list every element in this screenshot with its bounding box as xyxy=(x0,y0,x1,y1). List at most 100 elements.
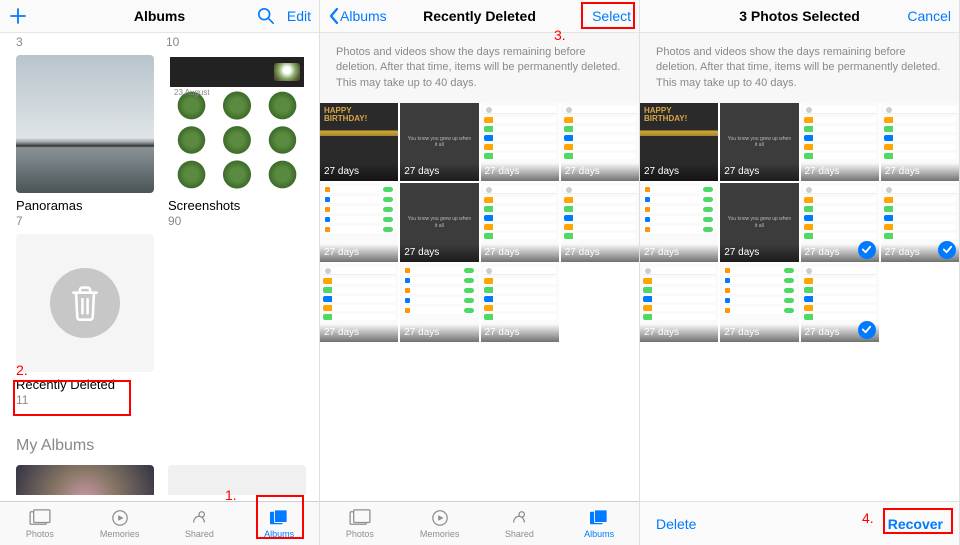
photo-thumb[interactable]: HAPPY BIRTHDAY!27 days xyxy=(640,103,718,181)
photo-thumb[interactable]: You know you grew up when it all27 days xyxy=(400,103,478,181)
days-remaining-label: 27 days xyxy=(481,244,559,262)
album-label: Screenshots xyxy=(168,198,306,213)
album-count: 11 xyxy=(16,393,154,407)
photo-thumb[interactable]: You know you grew up when it all27 days xyxy=(400,183,478,261)
album-screenshots[interactable]: 23 August Screenshots 90 xyxy=(168,55,306,228)
cancel-button[interactable]: Cancel xyxy=(907,8,951,24)
days-remaining-label: 27 days xyxy=(320,324,398,342)
album-count: 90 xyxy=(168,214,306,228)
thumb-grid[interactable]: HAPPY BIRTHDAY!27 daysYou know you grew … xyxy=(640,103,959,342)
days-remaining-label: 27 days xyxy=(720,244,798,262)
thumb-grid[interactable]: HAPPY BIRTHDAY!27 daysYou know you grew … xyxy=(320,103,639,342)
photo-thumb[interactable]: 27 days xyxy=(801,103,879,181)
photo-thumb[interactable]: 27 days xyxy=(881,183,959,261)
tab-label: Shared xyxy=(505,529,534,539)
album-user-partial[interactable] xyxy=(16,465,154,495)
tab-memories[interactable]: Memories xyxy=(80,502,160,545)
days-remaining-label: 27 days xyxy=(720,163,798,181)
tab-albums[interactable]: Albums xyxy=(559,502,639,545)
tab-memories[interactable]: Memories xyxy=(400,502,480,545)
panel-recently-deleted: Albums Recently Deleted Select Photos an… xyxy=(320,0,640,545)
screenshots-thumb-collage xyxy=(168,55,306,193)
navbar: 3 Photos Selected Cancel xyxy=(640,0,959,33)
tab-label: Memories xyxy=(420,529,460,539)
days-remaining-label: 27 days xyxy=(320,163,398,181)
albums-scroll-content[interactable]: 3 10 Panoramas 7 23 August xyxy=(0,33,319,501)
panel-selection: 3 Photos Selected Cancel Photos and vide… xyxy=(640,0,960,545)
chevron-left-icon xyxy=(328,7,340,25)
panel-albums-list: Albums Edit 3 10 Panoramas 7 xyxy=(0,0,320,545)
album-user-partial[interactable] xyxy=(168,465,306,495)
tab-photos[interactable]: Photos xyxy=(0,502,80,545)
plus-icon[interactable] xyxy=(8,6,28,26)
photo-thumb[interactable]: HAPPY BIRTHDAY!27 days xyxy=(320,103,398,181)
days-remaining-label: 27 days xyxy=(400,244,478,262)
photo-thumb[interactable]: 27 days xyxy=(320,183,398,261)
days-remaining-label: 27 days xyxy=(640,324,718,342)
back-label: Albums xyxy=(340,8,387,24)
photo-thumb[interactable]: 27 days xyxy=(561,103,639,181)
tab-label: Shared xyxy=(185,529,214,539)
tab-label: Albums xyxy=(584,529,614,539)
info-text: Photos and videos show the days remainin… xyxy=(640,33,959,103)
photo-thumb[interactable]: 27 days xyxy=(561,183,639,261)
photo-thumb[interactable]: You know you grew up when it all27 days xyxy=(720,103,798,181)
days-remaining-label: 27 days xyxy=(561,163,639,181)
search-icon[interactable] xyxy=(257,7,275,25)
album-count: 7 xyxy=(16,214,154,228)
album-recently-deleted[interactable]: Recently Deleted 11 xyxy=(16,234,154,407)
screenshots-date-label: 23 August xyxy=(174,88,210,97)
photo-thumb[interactable]: 27 days xyxy=(640,264,718,342)
prev-album-count-left: 3 xyxy=(16,35,166,49)
photo-thumb[interactable]: 27 days xyxy=(481,183,559,261)
photo-thumb[interactable]: 27 days xyxy=(720,264,798,342)
days-remaining-label: 27 days xyxy=(801,163,879,181)
navbar: Albums Edit xyxy=(0,0,319,33)
days-remaining-label: 27 days xyxy=(481,324,559,342)
days-remaining-label: 27 days xyxy=(720,324,798,342)
photo-thumb[interactable]: 27 days xyxy=(320,264,398,342)
photo-thumb[interactable]: 27 days xyxy=(640,183,718,261)
album-panoramas[interactable]: Panoramas 7 xyxy=(16,55,154,228)
selected-check-icon xyxy=(938,241,956,259)
days-remaining-label: 27 days xyxy=(881,163,959,181)
selected-check-icon xyxy=(858,321,876,339)
days-remaining-label: 27 days xyxy=(320,244,398,262)
tab-shared[interactable]: Shared xyxy=(160,502,240,545)
tab-albums[interactable]: Albums xyxy=(239,502,319,545)
my-albums-header: My Albums xyxy=(16,437,303,455)
days-remaining-label: 27 days xyxy=(640,244,718,262)
photo-thumb[interactable]: You know you grew up when it all27 days xyxy=(720,183,798,261)
days-remaining-label: 27 days xyxy=(561,244,639,262)
photo-thumb[interactable]: 27 days xyxy=(881,103,959,181)
album-label: Recently Deleted xyxy=(16,377,154,392)
edit-button[interactable]: Edit xyxy=(287,8,311,24)
photo-thumb[interactable]: 27 days xyxy=(801,183,879,261)
navbar: Albums Recently Deleted Select xyxy=(320,0,639,33)
prev-album-count-right: 10 xyxy=(166,35,179,49)
delete-button[interactable]: Delete xyxy=(656,516,696,532)
tab-label: Photos xyxy=(346,529,374,539)
action-bar: Delete Recover xyxy=(640,501,959,545)
tab-photos[interactable]: Photos xyxy=(320,502,400,545)
tab-bar: Photos Memories Shared Albums xyxy=(0,501,319,545)
photo-thumb[interactable]: 27 days xyxy=(801,264,879,342)
recover-button[interactable]: Recover xyxy=(888,516,943,532)
back-button[interactable]: Albums xyxy=(328,7,387,25)
tab-label: Albums xyxy=(264,529,294,539)
select-button[interactable]: Select xyxy=(592,8,631,24)
tab-label: Memories xyxy=(100,529,140,539)
panorama-thumb-image xyxy=(16,55,154,193)
tab-label: Photos xyxy=(26,529,54,539)
tab-bar: Photos Memories Shared Albums xyxy=(320,501,639,545)
info-text: Photos and videos show the days remainin… xyxy=(320,33,639,103)
trash-icon xyxy=(50,268,120,338)
tab-shared[interactable]: Shared xyxy=(480,502,560,545)
days-remaining-label: 27 days xyxy=(400,163,478,181)
photo-thumb[interactable]: 27 days xyxy=(481,264,559,342)
photo-thumb[interactable]: 27 days xyxy=(481,103,559,181)
photo-thumb[interactable]: 27 days xyxy=(400,264,478,342)
days-remaining-label: 27 days xyxy=(640,163,718,181)
days-remaining-label: 27 days xyxy=(481,163,559,181)
album-label: Panoramas xyxy=(16,198,154,213)
